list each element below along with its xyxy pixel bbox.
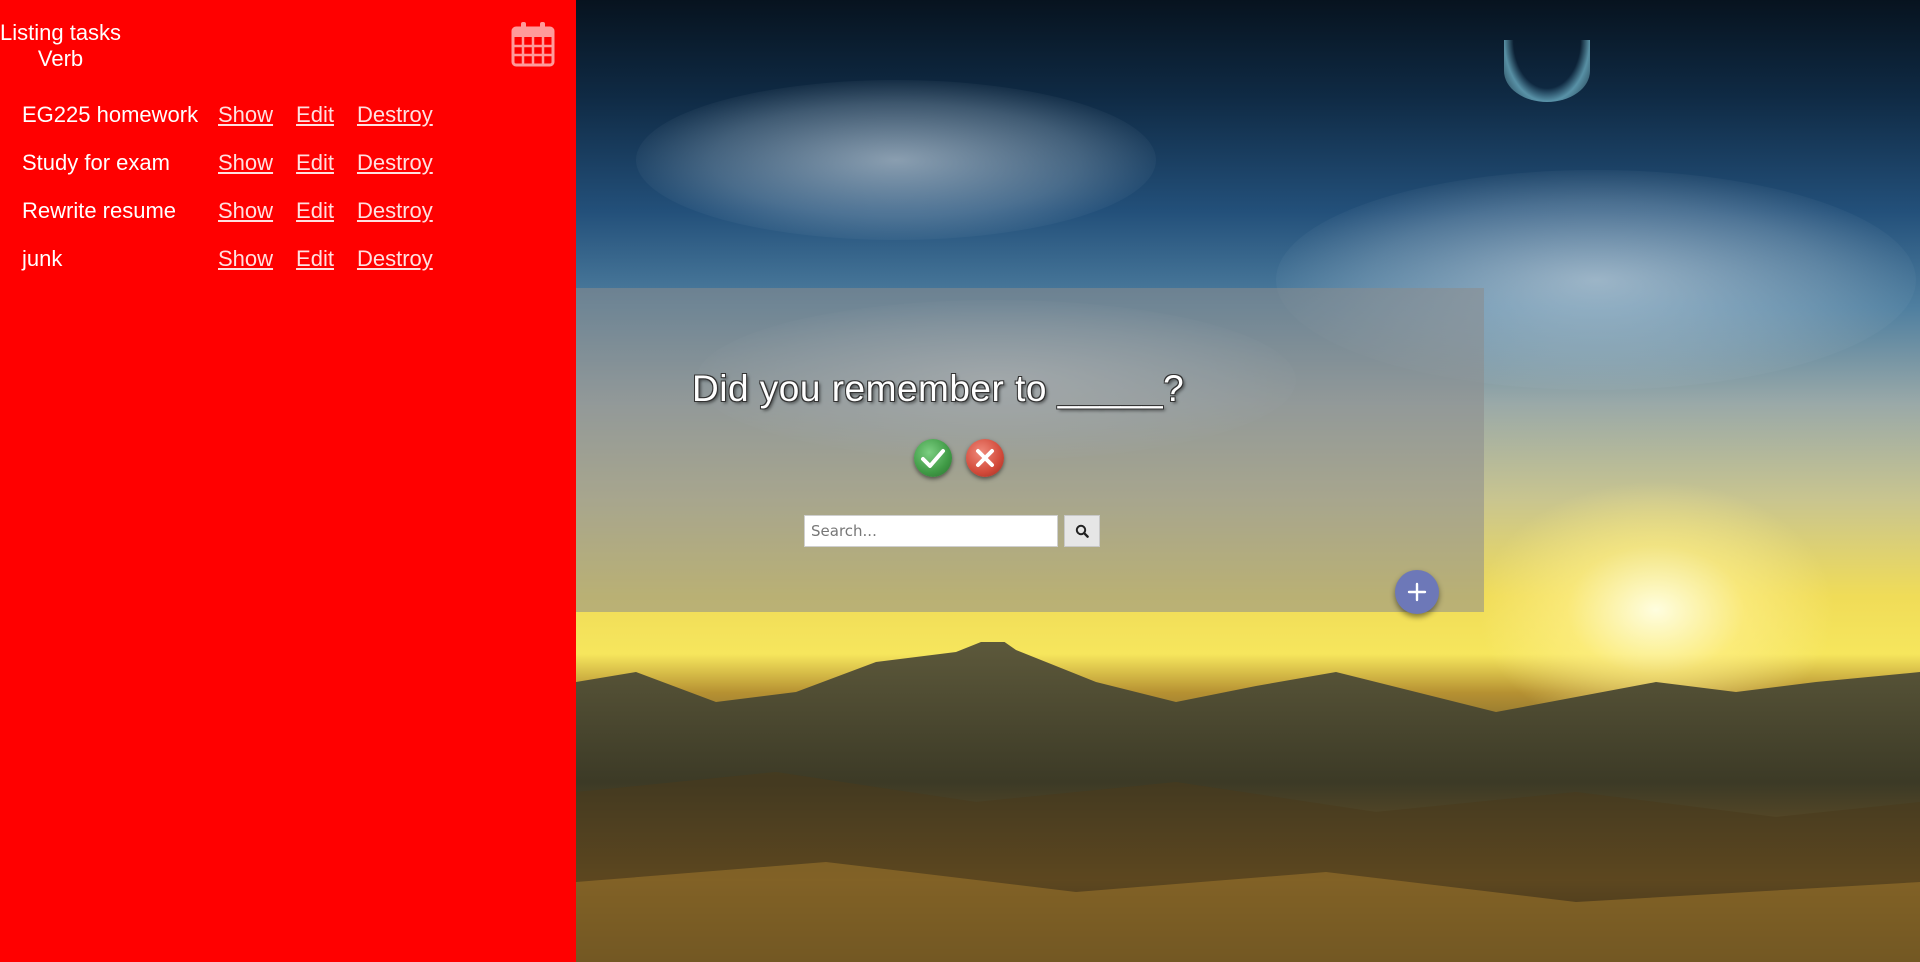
sidebar-title-subheading: Verb [37, 46, 84, 71]
task-show-link[interactable]: Show [218, 150, 273, 176]
mountain-silhouette [576, 642, 1920, 962]
yes-button[interactable] [914, 439, 952, 477]
sidebar-title-heading: Listing tasks [0, 20, 122, 45]
plus-icon [1407, 582, 1427, 602]
task-show-link[interactable]: Show [218, 198, 273, 224]
search-button[interactable] [1064, 515, 1100, 547]
task-name: junk [22, 246, 63, 271]
reminder-prompt: Did you remember to _____? [692, 368, 1185, 409]
calendar-icon[interactable] [510, 20, 556, 68]
search-input[interactable] [804, 515, 1058, 547]
page: Did you remember to _____? L [0, 0, 1920, 962]
add-task-button[interactable] [1395, 570, 1439, 614]
close-icon [976, 449, 994, 467]
task-sidebar: Listing tasks Verb EG225 homework Show E… [0, 0, 576, 962]
task-show-link[interactable]: Show [218, 102, 273, 128]
sidebar-title: Listing tasks Verb [0, 20, 121, 72]
task-row: EG225 homework Show Edit Destroy [22, 91, 456, 139]
task-row: junk Show Edit Destroy [22, 235, 456, 283]
task-edit-link[interactable]: Edit [296, 246, 334, 272]
task-name: EG225 homework [22, 102, 199, 127]
moon-decoration [1504, 40, 1590, 102]
task-row: Study for exam Show Edit Destroy [22, 139, 456, 187]
cloud-decoration [636, 80, 1156, 240]
task-list: EG225 homework Show Edit Destroy Study f… [22, 91, 456, 283]
task-destroy-link[interactable]: Destroy [357, 198, 433, 224]
task-edit-link[interactable]: Edit [296, 150, 334, 176]
task-destroy-link[interactable]: Destroy [357, 150, 433, 176]
task-edit-link[interactable]: Edit [296, 102, 334, 128]
task-name: Study for exam [22, 150, 170, 175]
checkmark-icon [921, 449, 945, 468]
task-destroy-link[interactable]: Destroy [357, 102, 433, 128]
task-edit-link[interactable]: Edit [296, 198, 334, 224]
task-show-link[interactable]: Show [218, 246, 273, 272]
no-button[interactable] [966, 439, 1004, 477]
search-icon [1075, 524, 1089, 538]
task-row: Rewrite resume Show Edit Destroy [22, 187, 456, 235]
task-name: Rewrite resume [22, 198, 177, 223]
task-destroy-link[interactable]: Destroy [357, 246, 433, 272]
reminder-panel: Did you remember to _____? [576, 288, 1484, 614]
